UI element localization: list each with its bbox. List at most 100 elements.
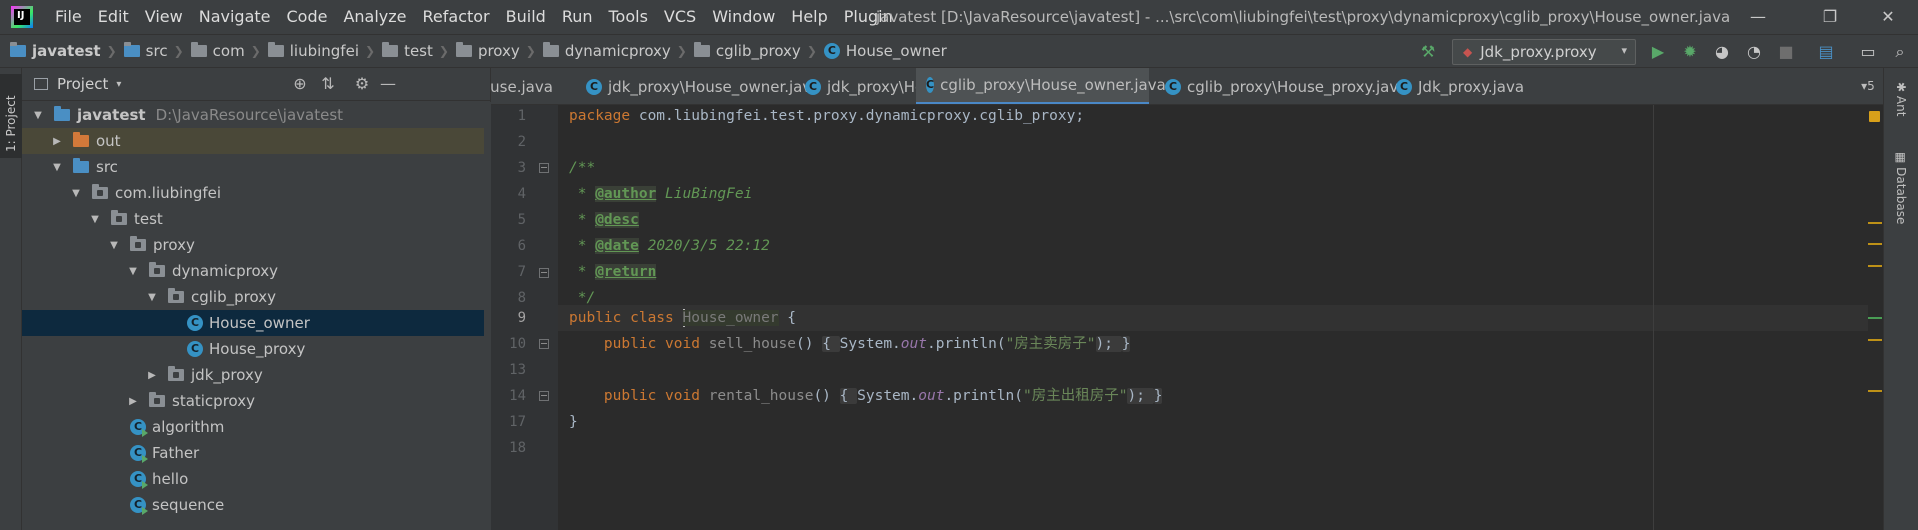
profile-icon[interactable]: ◔ — [1744, 42, 1764, 62]
expand-arrow-icon[interactable]: ▼ — [144, 292, 160, 303]
tree-item-staticproxy[interactable]: ▶ staticproxy — [22, 388, 491, 414]
collapse-arrow-icon[interactable]: ▶ — [125, 396, 141, 407]
code-editor[interactable]: 1 2 3 4 5 6 7 8 9 10 13 14 17 18 package… — [491, 105, 1883, 530]
collapse-arrow-icon[interactable]: ▶ — [49, 136, 65, 147]
tree-item-test[interactable]: ▼ test — [22, 206, 491, 232]
tree-item-com-liubingfei[interactable]: ▼ com.liubingfei — [22, 180, 491, 206]
coverage-icon[interactable]: ◕ — [1712, 42, 1732, 62]
menu-view[interactable]: View — [137, 0, 191, 34]
tree-item-proxy[interactable]: ▼ proxy — [22, 232, 491, 258]
search-everywhere-icon[interactable]: ⌕ — [1890, 42, 1910, 62]
tree-item-jdk-proxy[interactable]: ▶ jdk_proxy — [22, 362, 491, 388]
tree-item-label: House_owner — [209, 314, 310, 332]
editor-tab-jdk-proxy[interactable]: C Jdk_proxy.java — [1386, 68, 1524, 104]
package-icon — [455, 42, 472, 57]
project-tool-window-tab[interactable]: 1: Project — [0, 74, 22, 158]
menu-code[interactable]: Code — [279, 0, 336, 34]
menu-navigate[interactable]: Navigate — [191, 0, 279, 34]
tree-item-javatest[interactable]: ▼ javatest D:\JavaResource\javatest — [22, 102, 491, 128]
collapse-all-icon[interactable]: ⇅ — [318, 74, 338, 94]
intellij-logo-icon[interactable]: IJ — [11, 6, 33, 28]
collapse-arrow-icon[interactable]: ▶ — [144, 370, 160, 381]
expand-arrow-icon[interactable]: ▼ — [49, 162, 65, 173]
class-icon: C — [926, 77, 935, 93]
menu-window[interactable]: Window — [704, 0, 783, 34]
inspection-status-icon[interactable] — [1869, 111, 1880, 122]
tree-item-cglib-proxy[interactable]: ▼ cglib_proxy — [22, 284, 491, 310]
warning-marker[interactable] — [1868, 390, 1882, 392]
close-button[interactable]: ✕ — [1858, 0, 1918, 34]
breadcrumb-dynamicproxy[interactable]: dynamicproxy ❯ — [542, 42, 694, 60]
expand-arrow-icon[interactable]: ▼ — [125, 266, 141, 277]
run-icon[interactable]: ▶ — [1648, 42, 1668, 62]
tree-item-hello[interactable]: Chello — [22, 466, 491, 492]
tree-item-src[interactable]: ▼ src — [22, 154, 491, 180]
menu-analyze[interactable]: Analyze — [335, 0, 414, 34]
menu-help[interactable]: Help — [783, 0, 835, 34]
breadcrumb-liubingfei[interactable]: liubingfei ❯ — [267, 42, 382, 60]
debug-icon[interactable]: ✹ — [1680, 42, 1700, 62]
minimize-button[interactable]: — — [1728, 0, 1788, 34]
project-tree-scrollbar[interactable] — [484, 102, 491, 530]
breadcrumb-src[interactable]: src ❯ — [123, 42, 191, 60]
ant-tool-window-tab[interactable]: ✱ Ant — [1894, 82, 1908, 116]
warning-marker[interactable] — [1868, 265, 1882, 267]
project-structure-icon[interactable]: ▤ — [1816, 42, 1836, 62]
fold-toggle-icon[interactable] — [539, 339, 549, 349]
tree-item-label: sequence — [152, 496, 225, 514]
menu-refactor[interactable]: Refactor — [415, 0, 498, 34]
warning-marker[interactable] — [1868, 243, 1882, 245]
database-tool-window-tab[interactable]: ▦ Database — [1894, 152, 1908, 224]
breadcrumb-house-owner[interactable]: C House_owner — [823, 42, 947, 60]
more-tabs-button[interactable]: ▾5 — [1853, 68, 1883, 104]
line-number: 18 — [509, 440, 526, 456]
tree-item-father[interactable]: C Father — [22, 440, 491, 466]
menu-run[interactable]: Run — [554, 0, 601, 34]
package-icon — [168, 288, 184, 303]
error-stripe[interactable] — [1868, 105, 1883, 530]
tree-item-house-owner[interactable]: C House_owner — [22, 310, 491, 336]
gear-icon[interactable]: ⚙ — [352, 74, 372, 94]
expand-arrow-icon[interactable]: ▼ — [30, 110, 46, 121]
breadcrumb-test[interactable]: test ❯ — [382, 42, 456, 60]
breadcrumb-cglib-proxy[interactable]: cglib_proxy ❯ — [693, 42, 824, 60]
menu-file[interactable]: File — [47, 0, 90, 34]
chevron-down-icon[interactable]: ▾ — [116, 79, 121, 90]
expand-arrow-icon[interactable]: ▼ — [87, 214, 103, 225]
tree-item-house-proxy[interactable]: C House_proxy — [22, 336, 491, 362]
expand-arrow-icon[interactable]: ▼ — [68, 188, 84, 199]
tree-item-sequence[interactable]: Csequence — [22, 492, 491, 518]
line-number: 4 — [517, 186, 526, 202]
project-tool-window: Project ▾ ⊕ ⇅ ⚙ — ▼ javatest D:\JavaResour… — [22, 68, 491, 530]
maximize-button[interactable]: ❐ — [1800, 0, 1860, 34]
menu-tools[interactable]: Tools — [601, 0, 656, 34]
menu-edit[interactable]: Edit — [90, 0, 137, 34]
warning-marker[interactable] — [1868, 222, 1882, 224]
editor-tab-jdk-house-owner[interactable]: Cjdk_proxy\House_owner.java — [576, 68, 820, 104]
warning-marker[interactable] — [1868, 339, 1882, 341]
hide-panel-icon[interactable]: — — [378, 74, 398, 94]
fold-toggle-icon[interactable] — [539, 391, 549, 401]
hammer-icon[interactable]: ⚒ — [1418, 42, 1438, 62]
menu-vcs[interactable]: VCS — [656, 0, 704, 34]
project-panel-title[interactable]: Project — [57, 75, 108, 93]
menu-build[interactable]: Build — [498, 0, 554, 34]
editor-tab-partial[interactable]: ouse.java — [491, 68, 553, 104]
expand-arrow-icon[interactable]: ▼ — [106, 240, 122, 251]
tree-item-out[interactable]: ▶ out — [22, 128, 491, 154]
breadcrumb-separator-icon: ❯ — [173, 44, 184, 58]
editor-tab-cglib-house-proxy[interactable]: Ccglib_proxy\House_proxy.java — [1155, 68, 1407, 104]
tree-item-dynamicproxy[interactable]: ▼ dynamicproxy — [22, 258, 491, 284]
terminal-icon[interactable]: ▭ — [1858, 42, 1878, 62]
tree-item-algorithm[interactable]: Calgorithm — [22, 414, 491, 440]
breadcrumb-javatest[interactable]: javatest ❯ — [10, 42, 124, 60]
editor-tab-cglib-house-owner[interactable]: Ccglib_proxy\House_owner.java — [916, 68, 1166, 104]
locate-file-icon[interactable]: ⊕ — [290, 74, 310, 94]
fold-toggle-icon[interactable] — [539, 268, 549, 278]
chevron-down-icon: ▾ — [1621, 44, 1627, 57]
run-configuration-select[interactable]: ◆ Jdk_proxy.proxy ▾ — [1452, 39, 1636, 65]
breadcrumb-proxy[interactable]: proxy ❯ — [455, 42, 543, 60]
breadcrumb-com[interactable]: com ❯ — [190, 42, 268, 60]
fold-toggle-icon[interactable] — [539, 163, 549, 173]
editor-gutter[interactable]: 1 2 3 4 5 6 7 8 9 10 13 14 17 18 — [491, 105, 558, 530]
